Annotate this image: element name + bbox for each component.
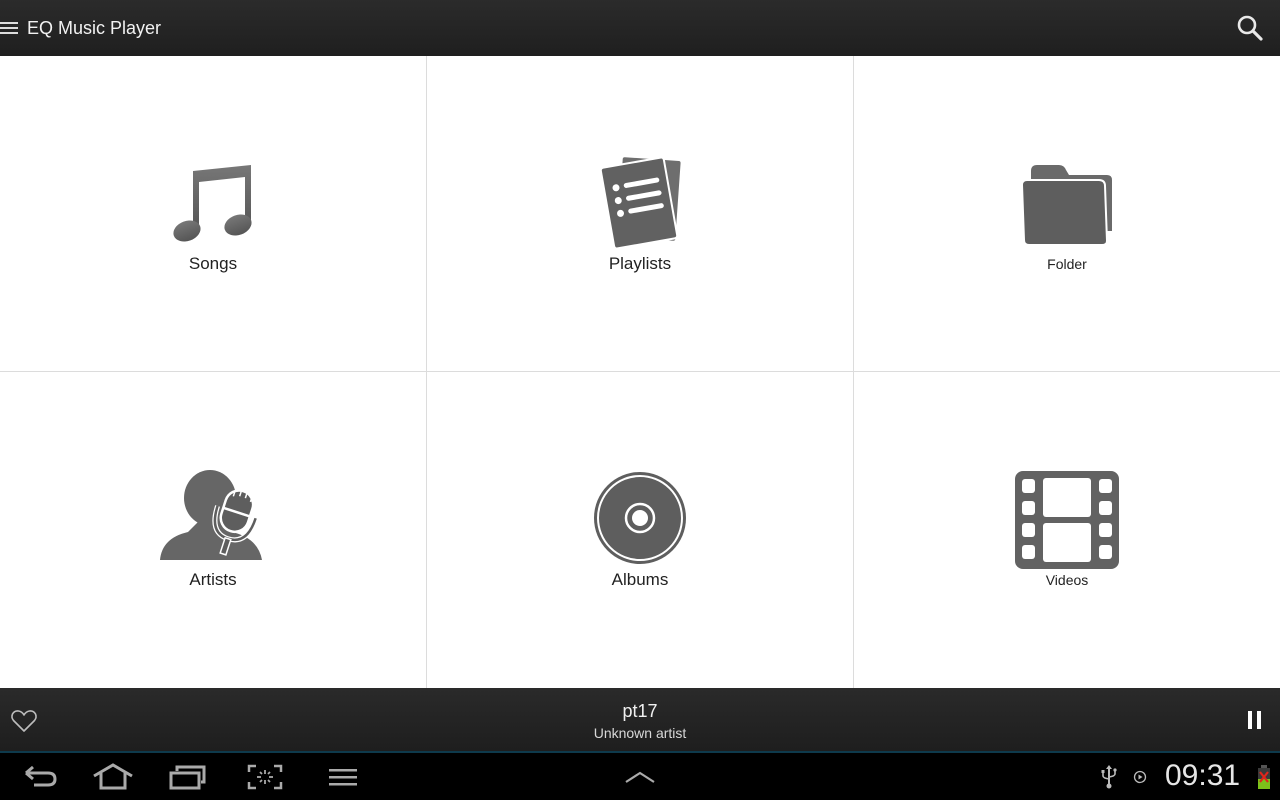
artist-microphone-icon: [158, 470, 268, 566]
tile-videos[interactable]: Videos: [854, 372, 1280, 688]
tile-label: Videos: [1045, 572, 1089, 588]
usb-icon: [1099, 761, 1119, 793]
recent-apps-button[interactable]: [168, 761, 208, 793]
search-button[interactable]: [1234, 12, 1266, 44]
home-icon: [93, 763, 133, 790]
music-note-icon: [158, 154, 268, 250]
tile-label: Playlists: [608, 253, 672, 273]
tile-albums[interactable]: Albums: [427, 372, 854, 688]
track-title: pt17: [622, 701, 658, 721]
playlist-icon: [585, 154, 695, 250]
hamburger-icon[interactable]: [0, 0, 22, 56]
screenshot-icon: [247, 764, 283, 790]
tile-label: Albums: [611, 570, 669, 589]
tile-folder[interactable]: Folder: [854, 56, 1280, 372]
back-icon: [25, 765, 57, 787]
tile-label: Folder: [1047, 255, 1087, 272]
tile-songs[interactable]: Songs: [0, 56, 427, 372]
chevron-up-icon: [625, 771, 655, 783]
status-clock: 09:31: [1165, 759, 1241, 792]
battery-icon: [1255, 761, 1273, 793]
track-artist: Unknown artist: [593, 725, 687, 741]
category-grid: Songs Playlists Folder Artists Albums Vi…: [0, 56, 1280, 688]
favorite-button[interactable]: [10, 708, 38, 734]
tile-playlists[interactable]: Playlists: [427, 56, 854, 372]
album-disc-icon: [585, 470, 695, 566]
now-playing-info[interactable]: pt17 Unknown artist: [440, 701, 840, 741]
tile-artists[interactable]: Artists: [0, 372, 427, 688]
screenshot-button[interactable]: [245, 761, 285, 793]
recent-apps-icon: [169, 765, 206, 790]
app-title[interactable]: EQ Music Player: [27, 18, 161, 39]
action-bar: EQ Music Player: [0, 0, 1280, 56]
search-icon: [1237, 15, 1263, 41]
now-playing-bar[interactable]: pt17 Unknown artist: [0, 688, 1280, 753]
back-button[interactable]: [20, 761, 60, 793]
pause-icon: [1248, 711, 1261, 729]
expand-button[interactable]: [620, 761, 660, 793]
home-button[interactable]: [90, 761, 136, 793]
film-strip-icon: [1012, 471, 1122, 569]
pause-button[interactable]: [1242, 708, 1266, 732]
tile-label: Artists: [189, 570, 237, 589]
menu-button[interactable]: [326, 761, 360, 793]
heart-outline-icon: [11, 710, 37, 732]
folder-icon: [1012, 156, 1122, 252]
system-nav-bar: 09:31: [0, 753, 1280, 800]
media-play-icon: [1132, 761, 1148, 793]
menu-icon: [329, 769, 357, 786]
tile-label: Songs: [188, 253, 238, 273]
